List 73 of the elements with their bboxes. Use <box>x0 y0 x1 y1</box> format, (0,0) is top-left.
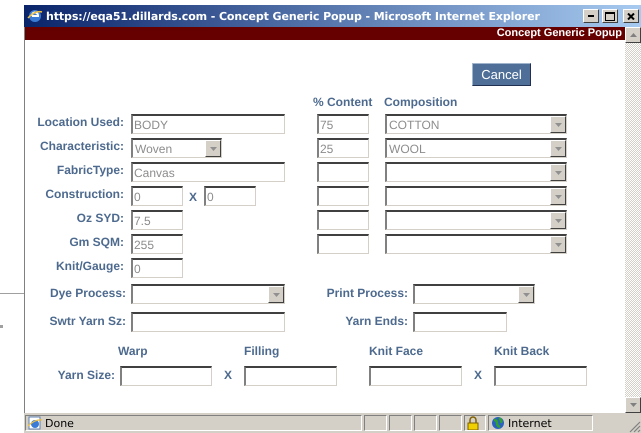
dropdown[interactable] <box>385 234 567 254</box>
dropdown[interactable]: COTTON <box>385 114 567 134</box>
input-field[interactable]: Canvas <box>131 162 285 182</box>
times-sign: X <box>224 367 232 384</box>
input-field[interactable] <box>131 312 285 332</box>
input-field[interactable]: 0 <box>131 186 183 206</box>
field-label: Dye Process: <box>48 285 126 302</box>
close-button[interactable] <box>623 9 639 23</box>
field-label: Print Process: <box>326 285 408 302</box>
input-field[interactable]: 0 <box>131 258 183 278</box>
input-field[interactable]: 0 <box>204 186 256 206</box>
input-field[interactable] <box>120 366 212 386</box>
input-field[interactable] <box>317 210 369 230</box>
field-label: FabricType: <box>56 162 124 179</box>
column-header: Filling <box>244 343 280 360</box>
input-field[interactable] <box>317 186 369 206</box>
field-label: Knit/Gauge: <box>55 258 124 275</box>
caret-up-icon <box>630 33 636 37</box>
dropdown[interactable] <box>413 284 535 304</box>
field-label: Oz SYD: <box>76 210 124 227</box>
input-field[interactable] <box>494 366 587 386</box>
input-field[interactable]: 7.5 <box>131 210 183 230</box>
dropdown[interactable] <box>385 186 567 206</box>
field-label: Yarn Ends: <box>344 313 408 330</box>
lock-icon <box>468 416 478 430</box>
column-header: % Content <box>313 95 374 111</box>
input-field[interactable]: 75 <box>317 114 369 134</box>
maximize-button[interactable] <box>602 9 618 23</box>
dropdown[interactable] <box>385 162 567 182</box>
dropdown[interactable] <box>131 284 285 304</box>
dropdown[interactable] <box>385 210 567 230</box>
input-field[interactable] <box>317 162 369 182</box>
minimize-button[interactable] <box>583 9 599 23</box>
input-field[interactable] <box>244 366 337 386</box>
field-label: Swtr Yarn Sz: <box>48 313 126 330</box>
field-label: Gm SQM: <box>68 234 124 251</box>
input-field[interactable]: 255 <box>131 234 183 254</box>
column-header: Knit Face <box>369 343 424 360</box>
resize-grip-icon[interactable] <box>629 421 641 433</box>
input-field[interactable] <box>413 312 507 332</box>
window-title: https://eqa51.dillards.com - Concept Generic Popup - Microsoft Internet Explorer <box>46 10 541 22</box>
column-header: Composition <box>384 95 458 111</box>
column-header: Knit Back <box>494 343 550 360</box>
zone-text: Internet <box>508 416 552 430</box>
minimize-icon <box>588 15 594 17</box>
field-label: Construction: <box>44 186 124 203</box>
input-field[interactable] <box>317 234 369 254</box>
field-label: Yarn Size: <box>56 367 115 384</box>
close-icon <box>627 12 635 20</box>
input-field[interactable]: 25 <box>317 138 369 158</box>
header-title: Concept Generic Popup <box>496 27 622 39</box>
status-panel <box>364 415 387 431</box>
column-header: Warp <box>118 343 149 360</box>
caret-down-icon <box>630 403 636 407</box>
input-field[interactable]: BODY <box>131 114 285 134</box>
status-panel <box>389 415 412 431</box>
field-label: Characteristic: <box>38 138 124 155</box>
scroll-up-button[interactable] <box>625 27 641 43</box>
times-sign: X <box>189 189 198 206</box>
input-field[interactable] <box>369 366 462 386</box>
status-panel <box>414 415 437 431</box>
status-panel <box>439 415 462 431</box>
browser-icon <box>27 8 43 24</box>
field-label: Location Used: <box>36 114 124 131</box>
cancel-button[interactable]: Cancel <box>472 63 531 86</box>
status-text: Done <box>45 416 74 430</box>
times-sign: X <box>474 367 482 384</box>
globe-icon <box>491 416 505 430</box>
dropdown[interactable]: WOOL <box>385 138 567 158</box>
dropdown[interactable]: Woven <box>131 138 222 158</box>
maximize-icon <box>605 12 615 20</box>
page-icon <box>28 416 42 430</box>
scroll-down-button[interactable] <box>625 397 641 413</box>
